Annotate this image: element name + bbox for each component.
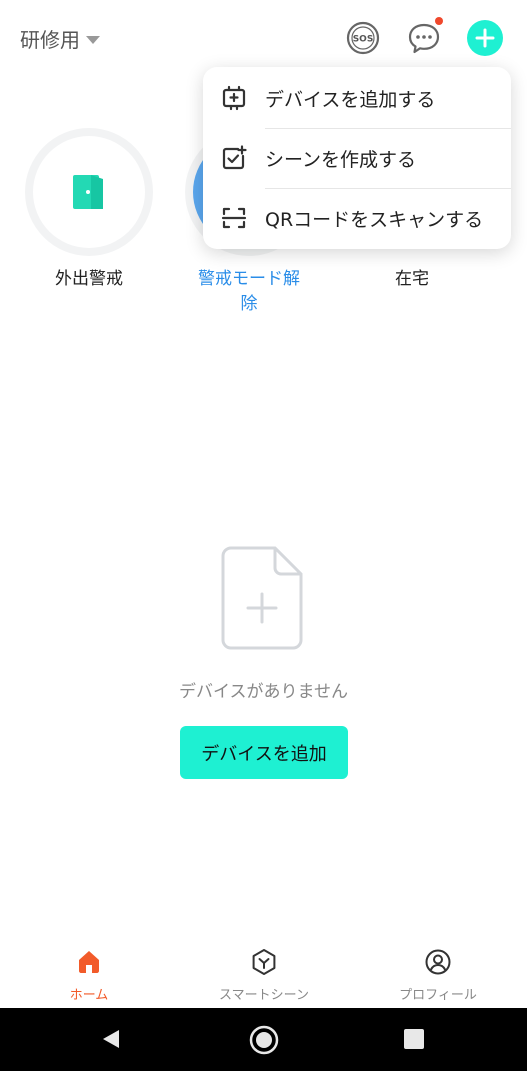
- tab-profile[interactable]: プロフィール: [368, 948, 508, 1003]
- empty-message: デバイスがありません: [179, 682, 348, 702]
- recents-square-icon[interactable]: [404, 1029, 424, 1049]
- menu-item-label: シーンを作成する: [265, 148, 417, 171]
- svg-text:SOS: SOS: [353, 35, 374, 45]
- menu-item-label: デバイスを追加する: [265, 88, 436, 111]
- user-circle-icon: [425, 949, 451, 975]
- messages-button[interactable]: [406, 17, 443, 56]
- device-add-icon: [222, 85, 246, 111]
- sos-icon: SOS: [346, 21, 380, 55]
- scene-circle: [33, 136, 145, 248]
- qr-scan-icon: [221, 207, 247, 229]
- tab-smart-scene[interactable]: スマートシーン: [194, 948, 334, 1003]
- system-nav-bar: [0, 1008, 527, 1071]
- tab-label: スマートシーン: [219, 988, 309, 1003]
- chat-bubble-icon: [408, 23, 440, 54]
- hexagon-icon: [252, 949, 276, 975]
- notification-dot: [435, 17, 443, 25]
- home-selector[interactable]: 研修用: [20, 24, 100, 53]
- caret-down-icon: [86, 35, 100, 44]
- door-icon: [73, 175, 103, 209]
- menu-item-scan-qr[interactable]: QRコードをスキャンする: [203, 188, 511, 248]
- add-device-button[interactable]: デバイスを追加: [180, 726, 348, 779]
- add-button[interactable]: [467, 20, 503, 56]
- file-add-icon: [221, 546, 303, 650]
- plus-icon: [467, 20, 503, 56]
- scene-label: 在宅: [395, 269, 429, 289]
- home-name: 研修用: [20, 28, 80, 52]
- tab-label: プロフィール: [399, 988, 477, 1003]
- menu-item-label: QRコードをスキャンする: [265, 208, 484, 231]
- add-menu: デバイスを追加する シーンを作成する QRコードをスキャンする: [203, 67, 511, 249]
- scene-label: 外出警戒: [55, 269, 123, 289]
- bottom-tabbar: ホーム スマートシーン プロフィール: [0, 938, 527, 1008]
- scene-away[interactable]: 外出警戒: [30, 136, 148, 289]
- scene-add-icon: [222, 145, 247, 170]
- sos-button[interactable]: SOS: [345, 20, 381, 56]
- tab-home[interactable]: ホーム: [19, 948, 159, 1003]
- tab-label: ホーム: [69, 988, 109, 1003]
- menu-item-add-device[interactable]: デバイスを追加する: [203, 68, 511, 128]
- home-circle-icon[interactable]: [248, 1024, 280, 1056]
- scene-label: 警戒モード解除: [198, 269, 300, 314]
- home-icon: [79, 951, 99, 973]
- back-triangle-icon[interactable]: [100, 1028, 122, 1050]
- menu-item-create-scene[interactable]: シーンを作成する: [203, 128, 511, 188]
